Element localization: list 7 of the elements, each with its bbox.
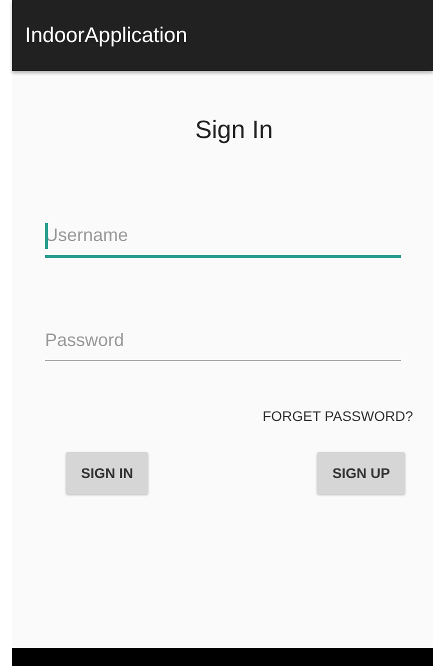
input-field[interactable]: Password: [45, 320, 401, 361]
text-cursor: [45, 223, 48, 249]
page-heading: Sign In: [195, 116, 273, 145]
sign-up-button[interactable]: SIGN UP: [317, 452, 405, 494]
app-title: IndoorApplication: [25, 24, 188, 48]
sign-in-button[interactable]: SIGN IN: [66, 452, 148, 494]
forgot-password-link[interactable]: FORGET PASSWORD?: [262, 408, 413, 424]
